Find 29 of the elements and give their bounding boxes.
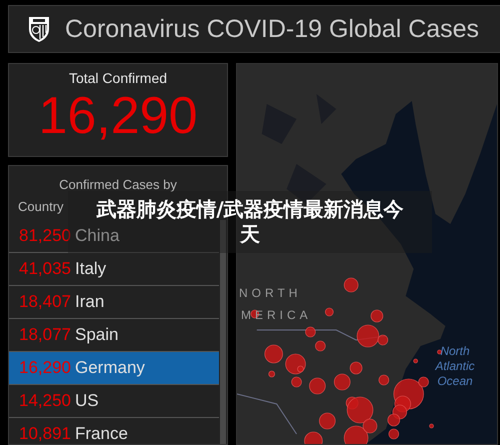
case-count: 16,290 — [19, 358, 71, 378]
country-name: US — [75, 391, 99, 411]
case-count: 81,250 — [19, 226, 71, 246]
list-title: Confirmed Cases by — [59, 176, 177, 194]
country-name: Spain — [75, 325, 118, 345]
country-row[interactable]: 41,035 Italy — [9, 253, 219, 286]
country-row[interactable]: 18,407 Iran — [9, 286, 219, 319]
case-count: 18,077 — [19, 325, 71, 345]
region-label: NORTH — [239, 286, 302, 300]
scrollbar[interactable] — [220, 220, 226, 444]
case-count: 10,891 — [19, 424, 71, 444]
country-row[interactable]: 10,891 France — [9, 418, 219, 445]
country-row[interactable]: 14,250 US — [9, 385, 219, 418]
case-count: 41,035 — [19, 259, 71, 279]
case-count: 14,250 — [19, 391, 71, 411]
country-name: France — [75, 424, 128, 444]
country-row[interactable]: 16,290 Germany — [9, 352, 219, 385]
shield-logo-icon — [27, 15, 51, 43]
country-name: Italy — [75, 259, 106, 279]
case-count: 18,407 — [19, 292, 71, 312]
country-name: Germany — [75, 358, 145, 378]
country-row[interactable]: 81,250 China — [9, 220, 219, 253]
country-name: China — [75, 226, 120, 246]
list-title: Country — [17, 198, 64, 216]
total-label: Total Confirmed — [68, 70, 168, 86]
total-value: 16,290 — [38, 86, 198, 146]
dashboard-title: Coronavirus COVID-19 Global Cases — [65, 14, 480, 44]
country-name: Iran — [75, 292, 104, 312]
ocean-label: North Atlantic Ocean — [434, 344, 476, 389]
